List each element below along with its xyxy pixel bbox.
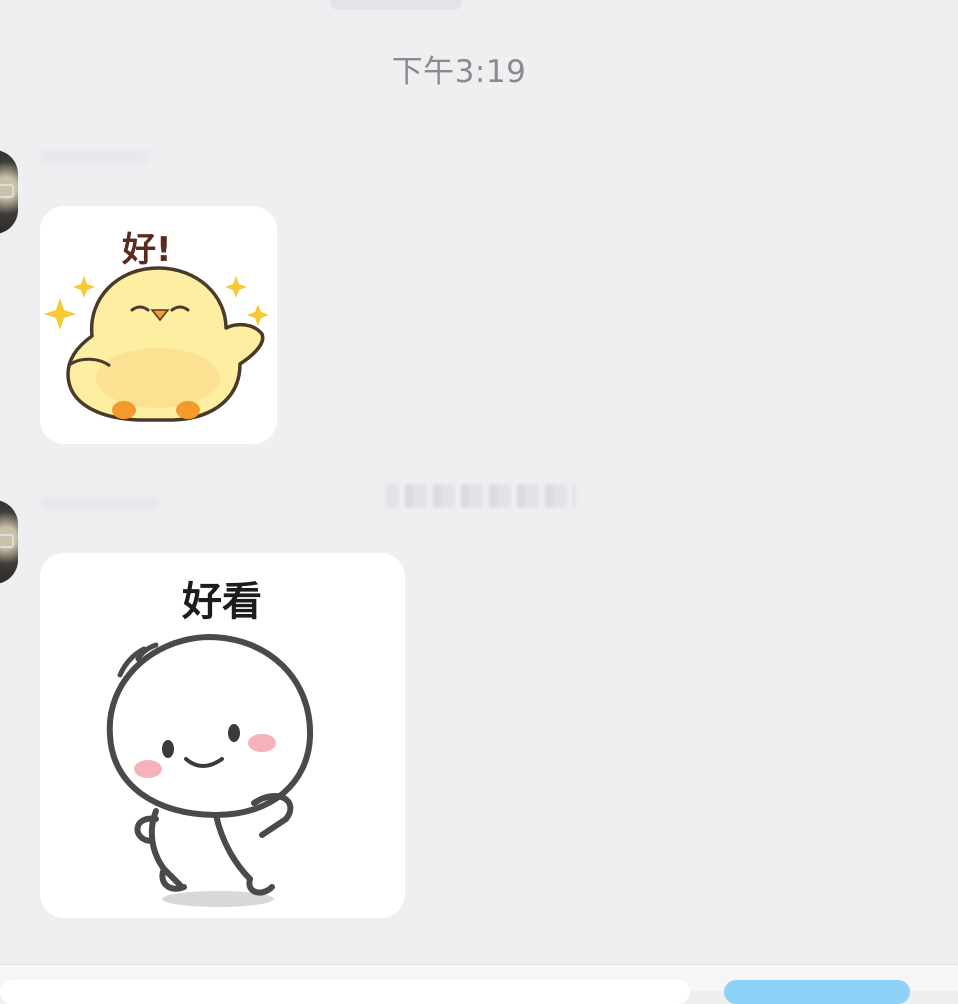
sticker-message-round-head[interactable]: 好看 [40,553,405,918]
sender-avatar[interactable] [0,500,18,584]
chat-timestamp: 下午3:19 [391,54,527,90]
sender-name-blurred [40,150,150,164]
blurred-strip [385,484,575,508]
message-input[interactable] [0,980,690,1004]
sender-name-blurred [40,496,160,510]
send-button[interactable] [724,980,910,1004]
sticker-message-chick[interactable]: 好! [40,206,277,444]
round-head-cartoon-sticker-icon [106,633,314,907]
sender-avatar[interactable] [0,150,18,234]
yellow-chick-sticker-icon [44,266,269,422]
top-pill-indicator [330,0,462,10]
